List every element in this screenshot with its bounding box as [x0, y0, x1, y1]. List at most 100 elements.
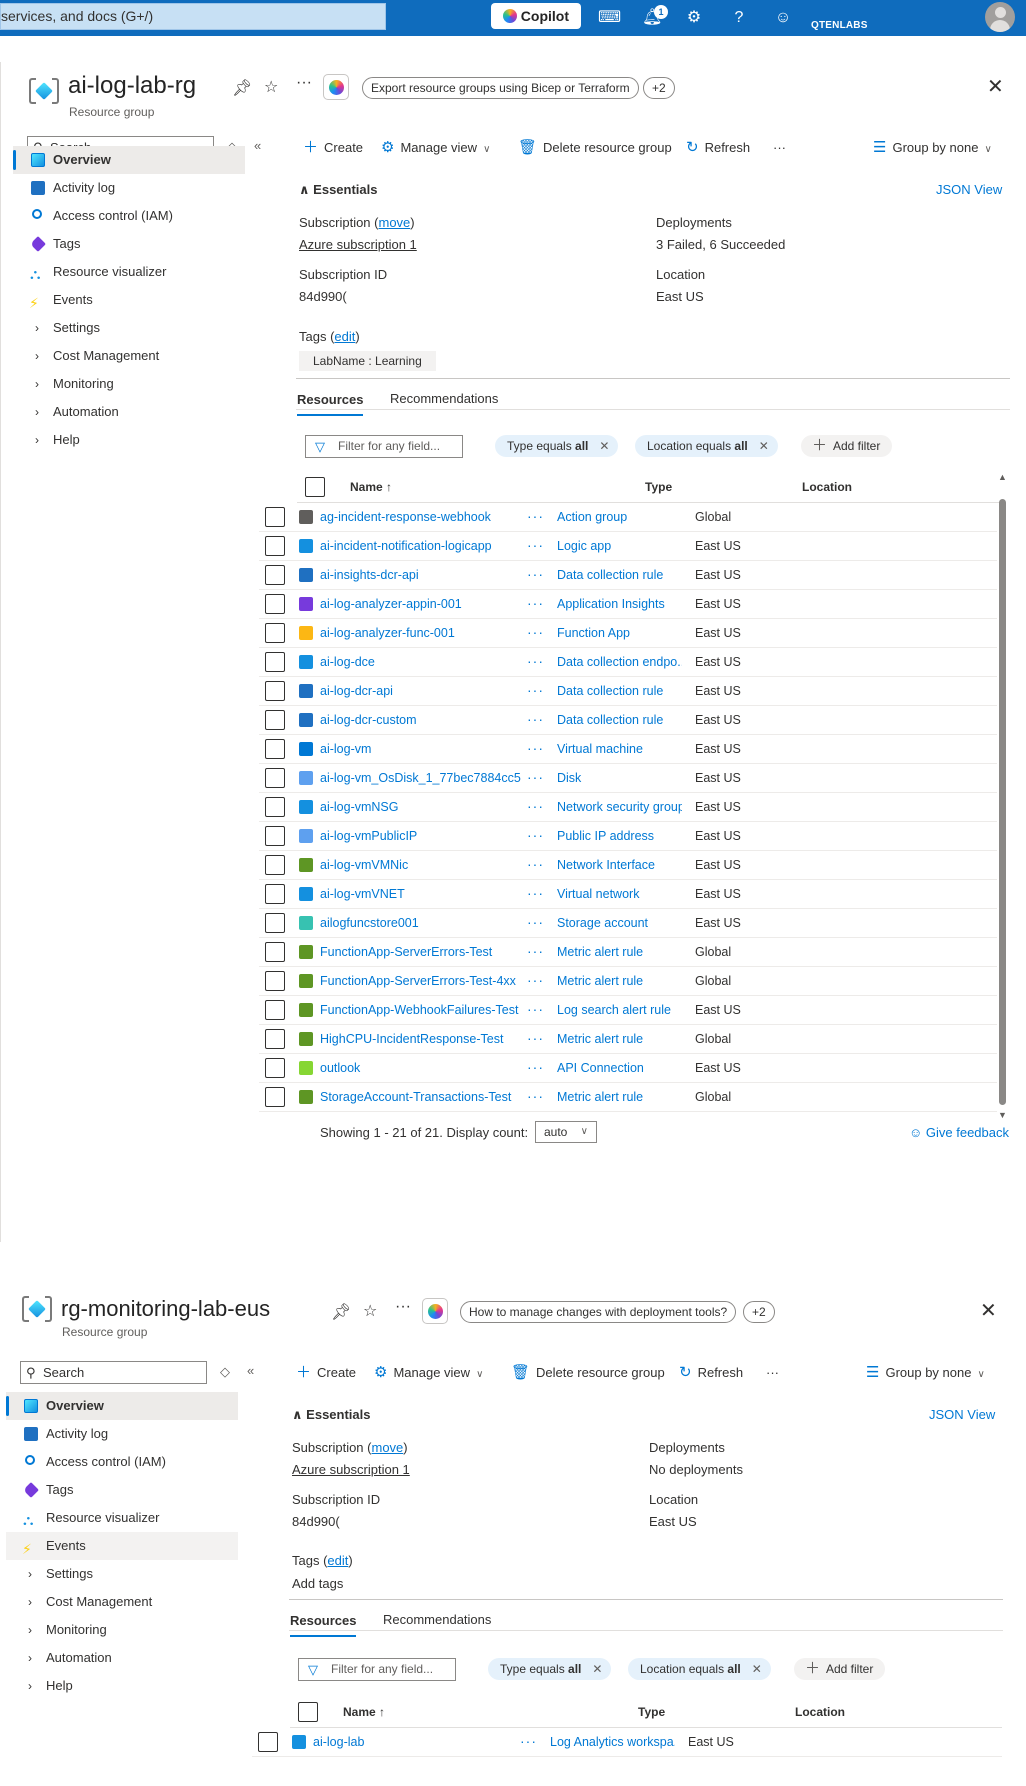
resource-type-link[interactable]: Application Insights	[557, 590, 682, 618]
row-checkbox[interactable]	[265, 594, 285, 614]
row-more-options-icon[interactable]: ···	[521, 677, 550, 703]
column-header-location[interactable]: Location	[802, 480, 852, 494]
delete-resource-group-button[interactable]: 🗑︎ Delete resource group	[518, 136, 672, 160]
create-button[interactable]: ＋ Create	[296, 1361, 356, 1385]
manage-view-button[interactable]: ⚙ Manage view ∨	[374, 1361, 483, 1387]
more-options-icon[interactable]: ···	[296, 74, 312, 92]
create-button[interactable]: ＋ Create	[303, 136, 363, 160]
row-checkbox[interactable]	[265, 710, 285, 730]
sidebar-item-overview[interactable]: Overview	[13, 146, 245, 174]
table-row[interactable]: ailogfuncstore001 ··· Storage account East …	[259, 909, 997, 938]
select-all-checkbox[interactable]	[298, 1702, 318, 1722]
settings-gear-icon[interactable]: ⚙	[684, 8, 704, 28]
resource-type-link[interactable]: Data collection rule	[557, 677, 682, 705]
resource-type-link[interactable]: Log Analytics workspa...	[550, 1728, 675, 1756]
sidebar-item-resource-visualizer[interactable]: Resource visualizer	[6, 1504, 238, 1535]
resource-name-link[interactable]: ai-log-vmVNET	[320, 880, 535, 908]
row-checkbox[interactable]	[265, 768, 285, 788]
table-row[interactable]: ai-log-dcr-api ··· Data collection rule Eas…	[259, 677, 997, 706]
row-checkbox[interactable]	[265, 1087, 285, 1107]
json-view-link[interactable]: JSON View	[929, 1407, 995, 1422]
row-more-options-icon[interactable]: ···	[521, 880, 550, 906]
sidebar-item-resource-visualizer[interactable]: Resource visualizer	[13, 258, 245, 289]
resource-name-link[interactable]: FunctionApp-ServerErrors-Test	[320, 938, 535, 966]
copilot-suggestion-icon[interactable]	[422, 1298, 448, 1324]
table-row[interactable]: ai-log-vmNSG ··· Network security group Eas…	[259, 793, 997, 822]
favorite-star-icon[interactable]: ☆	[264, 77, 278, 97]
row-checkbox[interactable]	[265, 565, 285, 585]
row-more-options-icon[interactable]: ···	[521, 822, 550, 848]
row-checkbox[interactable]	[265, 652, 285, 672]
move-link[interactable]: move	[379, 215, 411, 230]
copilot-suggestion-pill[interactable]: Export resource groups using Bicep or Te…	[362, 77, 639, 99]
column-header-type[interactable]: Type	[645, 480, 672, 494]
sidebar-item-activity-log[interactable]: Activity log	[13, 174, 245, 202]
scroll-down-arrow[interactable]: ▼	[998, 1110, 1007, 1120]
resource-name-link[interactable]: ai-log-dcr-custom	[320, 706, 535, 734]
table-row[interactable]: ai-insights-dcr-api ··· Data collection ru…	[259, 561, 997, 590]
resource-type-link[interactable]: Metric alert rule	[557, 967, 682, 995]
row-checkbox[interactable]	[265, 1058, 285, 1078]
cloud-shell-icon[interactable]: ⌨	[598, 8, 621, 28]
remove-filter-icon[interactable]: ✕	[759, 435, 769, 457]
resource-name-link[interactable]: ai-log-vm	[320, 735, 535, 763]
resource-name-link[interactable]: StorageAccount-Transactions-Test	[320, 1083, 535, 1111]
edit-tags-link[interactable]: edit	[334, 329, 355, 344]
column-header-location[interactable]: Location	[795, 1705, 845, 1719]
table-row[interactable]: FunctionApp-WebhookFailures-Test ··· Log s…	[259, 996, 997, 1025]
scroll-up-arrow[interactable]: ▲	[998, 472, 1007, 482]
resource-name-link[interactable]: ai-log-analyzer-appin-001	[320, 590, 535, 618]
row-more-options-icon[interactable]: ···	[521, 909, 550, 935]
resource-type-link[interactable]: Function App	[557, 619, 682, 647]
table-row[interactable]: ai-log-vmVNET ··· Virtual network East US	[259, 880, 997, 909]
row-more-options-icon[interactable]: ···	[514, 1728, 543, 1754]
row-checkbox[interactable]	[265, 1029, 285, 1049]
table-row[interactable]: FunctionApp-ServerErrors-Test ··· Metric a…	[259, 938, 997, 967]
resource-type-link[interactable]: API Connection	[557, 1054, 682, 1082]
row-more-options-icon[interactable]: ···	[521, 851, 550, 877]
resource-type-link[interactable]: Public IP address	[557, 822, 682, 850]
row-checkbox[interactable]	[265, 855, 285, 875]
more-options-icon[interactable]: ···	[395, 1298, 411, 1316]
sidebar-item-access-control[interactable]: Access control (IAM)	[6, 1448, 238, 1476]
location-filter-chip[interactable]: Location equals all ✕	[635, 435, 778, 457]
favorite-star-icon[interactable]: ☆	[363, 1301, 377, 1321]
table-row[interactable]: ai-log-dcr-custom ··· Data collection rule…	[259, 706, 997, 735]
sidebar-item-automation[interactable]: › Automation	[13, 398, 245, 426]
sidebar-collapse-icon[interactable]: «	[254, 138, 261, 153]
row-more-options-icon[interactable]: ···	[521, 1054, 550, 1080]
filter-input[interactable]: ▽ Filter for any field...	[305, 435, 463, 458]
resource-type-link[interactable]: Logic app	[557, 532, 682, 560]
row-checkbox[interactable]	[265, 913, 285, 933]
column-header-type[interactable]: Type	[638, 1705, 665, 1719]
resource-type-link[interactable]: Storage account	[557, 909, 682, 937]
resource-name-link[interactable]: ailogfuncstore001	[320, 909, 535, 937]
deployments-link[interactable]: 3 Failed, 6 Succeeded	[656, 237, 785, 252]
sidebar-search-input[interactable]: ⚲ Search	[20, 1361, 207, 1384]
table-row[interactable]: StorageAccount-Transactions-Test ··· Metri…	[259, 1083, 997, 1112]
sidebar-item-overview[interactable]: Overview	[6, 1392, 238, 1420]
tab-resources[interactable]: Resources	[297, 392, 364, 416]
sidebar-item-access-control[interactable]: Access control (IAM)	[13, 202, 245, 230]
global-search-input[interactable]: services, and docs (G+/)	[0, 3, 386, 30]
group-by-button[interactable]: ☰ Group by none ∨	[873, 136, 992, 162]
resource-type-link[interactable]: Metric alert rule	[557, 1083, 682, 1111]
delete-resource-group-button[interactable]: 🗑︎ Delete resource group	[511, 1361, 665, 1385]
resource-name-link[interactable]: HighCPU-IncidentResponse-Test	[320, 1025, 535, 1053]
scrollbar-thumb[interactable]	[999, 499, 1006, 1105]
resource-name-link[interactable]: ai-log-vmPublicIP	[320, 822, 535, 850]
row-checkbox[interactable]	[265, 797, 285, 817]
resource-name-link[interactable]: FunctionApp-ServerErrors-Test-4xx	[320, 967, 535, 995]
resource-type-link[interactable]: Virtual network	[557, 880, 682, 908]
table-row[interactable]: ai-incident-notification-logicapp ··· Logi…	[259, 532, 997, 561]
resource-name-link[interactable]: ai-log-vmNSG	[320, 793, 535, 821]
table-row[interactable]: ai-log-vmVMNic ··· Network Interface East U…	[259, 851, 997, 880]
more-suggestions-pill[interactable]: +2	[643, 77, 675, 99]
sidebar-item-monitoring[interactable]: › Monitoring	[6, 1616, 238, 1644]
row-more-options-icon[interactable]: ···	[521, 1025, 550, 1051]
row-more-options-icon[interactable]: ···	[521, 561, 550, 587]
row-more-options-icon[interactable]: ···	[521, 648, 550, 674]
row-checkbox[interactable]	[265, 826, 285, 846]
more-suggestions-pill[interactable]: +2	[743, 1301, 775, 1323]
tab-resources[interactable]: Resources	[290, 1613, 357, 1637]
